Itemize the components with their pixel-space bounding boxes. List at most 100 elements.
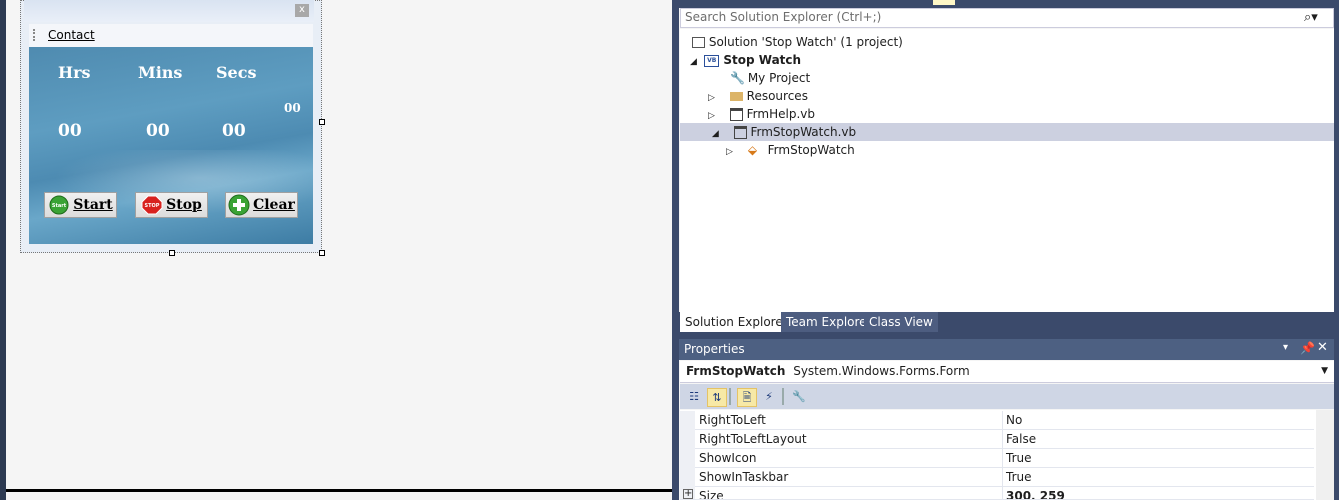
menu-item-contact[interactable]: Contact bbox=[48, 28, 95, 42]
designer-bottom-strip bbox=[6, 489, 672, 500]
row-margin bbox=[680, 430, 695, 449]
form-title-bar bbox=[24, 0, 314, 22]
window-position-icon[interactable]: ▾ bbox=[1283, 342, 1288, 353]
object-type: System.Windows.Forms.Form bbox=[793, 364, 970, 378]
tree-item-frmstopwatch[interactable]: ◢ FrmStopWatch.vb bbox=[680, 123, 1334, 141]
property-value[interactable]: True bbox=[1006, 451, 1032, 465]
column-divider bbox=[1002, 449, 1003, 468]
property-row[interactable]: ShowIcon True bbox=[680, 449, 1314, 468]
property-row[interactable]: RightToLeftLayout False bbox=[680, 430, 1314, 449]
property-row[interactable]: RightToLeft No bbox=[680, 411, 1314, 430]
tree-item-frmhelp[interactable]: ▷ FrmHelp.vb bbox=[708, 105, 815, 123]
chevron-down-icon: ▼ bbox=[1321, 366, 1328, 376]
property-pages-wrench-icon[interactable]: 🔧 bbox=[790, 388, 808, 405]
property-grid-scrollbar[interactable] bbox=[1316, 410, 1334, 500]
row-margin bbox=[680, 468, 695, 487]
property-value[interactable]: True bbox=[1006, 470, 1032, 484]
tree-item-label: My Project bbox=[747, 71, 811, 85]
window-right-border bbox=[1334, 0, 1339, 500]
toolbar-separator bbox=[729, 388, 731, 405]
column-divider bbox=[1002, 411, 1003, 430]
expanded-arrow-icon[interactable]: ◢ bbox=[712, 125, 722, 143]
close-icon[interactable]: ✕ bbox=[1317, 340, 1328, 355]
column-divider bbox=[1002, 468, 1003, 487]
expanded-arrow-icon[interactable]: ◢ bbox=[690, 53, 700, 71]
properties-header: Properties bbox=[679, 339, 1334, 360]
row-margin: + bbox=[680, 487, 695, 499]
secs-value: 00 bbox=[222, 121, 246, 141]
properties-toolbar bbox=[680, 384, 1334, 409]
mins-label: Mins bbox=[138, 63, 183, 82]
tree-item-label: FrmStopWatch.vb bbox=[750, 125, 857, 139]
tree-item-label: Solution 'Stop Watch' (1 project) bbox=[708, 35, 903, 49]
categorized-icon[interactable]: ☷ bbox=[685, 388, 703, 405]
mins-value: 00 bbox=[146, 121, 170, 141]
property-name: RightToLeft bbox=[699, 413, 766, 427]
property-name: ShowInTaskbar bbox=[699, 470, 789, 484]
property-value[interactable]: 300, 259 bbox=[1006, 489, 1065, 499]
vertical-splitter[interactable] bbox=[672, 0, 679, 500]
stop-icon-text: STOP bbox=[145, 203, 160, 209]
start-icon-text: Start bbox=[52, 203, 67, 209]
stop-sign-icon: STOP bbox=[141, 195, 163, 215]
alphabetical-icon[interactable]: ⇅ bbox=[707, 388, 727, 407]
tree-item-frmstopwatch-class[interactable]: ▷ ⬙ FrmStopWatch bbox=[726, 141, 855, 159]
start-button[interactable]: Start Start bbox=[44, 192, 117, 218]
class-icon: ⬙ bbox=[747, 143, 758, 157]
secs-label: Secs bbox=[216, 63, 257, 82]
pin-icon[interactable]: 📌 bbox=[1300, 341, 1315, 355]
form-file-icon bbox=[733, 126, 747, 139]
tree-item-label: FrmStopWatch bbox=[767, 143, 855, 157]
ms-value: 00 bbox=[284, 101, 301, 115]
hrs-value: 00 bbox=[58, 121, 82, 141]
tree-item-project[interactable]: ◢ VB Stop Watch bbox=[690, 51, 801, 69]
property-value[interactable]: No bbox=[1006, 413, 1022, 427]
search-icon[interactable]: ⌕▾ bbox=[1304, 10, 1318, 25]
wrench-icon: 🔧 bbox=[730, 71, 745, 85]
collapsed-arrow-icon[interactable]: ▷ bbox=[726, 143, 736, 161]
property-name: Size bbox=[699, 489, 724, 500]
form-close-icon[interactable]: x bbox=[295, 4, 309, 17]
tab-team-explorer[interactable]: Team Explorer bbox=[781, 312, 877, 332]
vb-project-icon: VB bbox=[704, 54, 720, 67]
menu-contact-label: Contact bbox=[48, 28, 95, 42]
tab-solution-explorer[interactable]: Solution Explorer bbox=[680, 312, 793, 332]
property-row[interactable]: + Size 300, 259 bbox=[680, 487, 1314, 500]
resize-handle-corner[interactable] bbox=[319, 250, 325, 256]
column-divider bbox=[1002, 430, 1003, 449]
row-margin bbox=[680, 411, 695, 430]
expand-plus-icon[interactable]: + bbox=[683, 489, 693, 499]
events-lightning-icon[interactable]: ⚡ bbox=[760, 388, 778, 405]
property-name: ShowIcon bbox=[699, 451, 757, 465]
plus-icon bbox=[228, 194, 250, 216]
tab-class-view[interactable]: Class View bbox=[864, 312, 938, 332]
property-name: RightToLeftLayout bbox=[699, 432, 807, 446]
menu-grip-icon bbox=[33, 29, 37, 41]
properties-title: Properties bbox=[684, 342, 745, 356]
resize-handle-right[interactable] bbox=[319, 119, 325, 125]
folder-icon bbox=[729, 92, 743, 101]
stop-button-label: Stop bbox=[166, 197, 202, 213]
hrs-label: Hrs bbox=[58, 63, 91, 82]
tree-item-my-project[interactable]: 🔧 My Project bbox=[730, 69, 810, 87]
solution-search-placeholder: Search Solution Explorer (Ctrl+;) bbox=[685, 10, 882, 24]
tree-item-solution[interactable]: Solution 'Stop Watch' (1 project) bbox=[692, 33, 903, 51]
toolbar-separator bbox=[782, 388, 784, 405]
stop-button[interactable]: STOP Stop bbox=[135, 192, 208, 218]
property-row[interactable]: ShowInTaskbar True bbox=[680, 468, 1314, 487]
column-divider bbox=[1002, 487, 1003, 499]
object-name: FrmStopWatch bbox=[686, 364, 786, 378]
properties-view-icon[interactable]: 🗎 bbox=[737, 388, 757, 407]
toolbar-highlight-tab[interactable] bbox=[933, 0, 955, 5]
clear-button[interactable]: Clear bbox=[225, 192, 298, 218]
resize-handle-bottom[interactable] bbox=[169, 250, 175, 256]
start-button-label: Start bbox=[73, 197, 113, 213]
form-file-icon bbox=[729, 108, 743, 121]
object-selector[interactable]: FrmStopWatch System.Windows.Forms.Form ▼ bbox=[680, 361, 1334, 383]
tree-item-label: FrmHelp.vb bbox=[746, 107, 815, 121]
property-value[interactable]: False bbox=[1006, 432, 1036, 446]
tree-item-resources[interactable]: ▷ Resources bbox=[708, 87, 808, 105]
solution-explorer-toolbar bbox=[679, 0, 1339, 8]
tree-item-label: Resources bbox=[746, 89, 808, 103]
clear-button-label: Clear bbox=[253, 197, 295, 213]
